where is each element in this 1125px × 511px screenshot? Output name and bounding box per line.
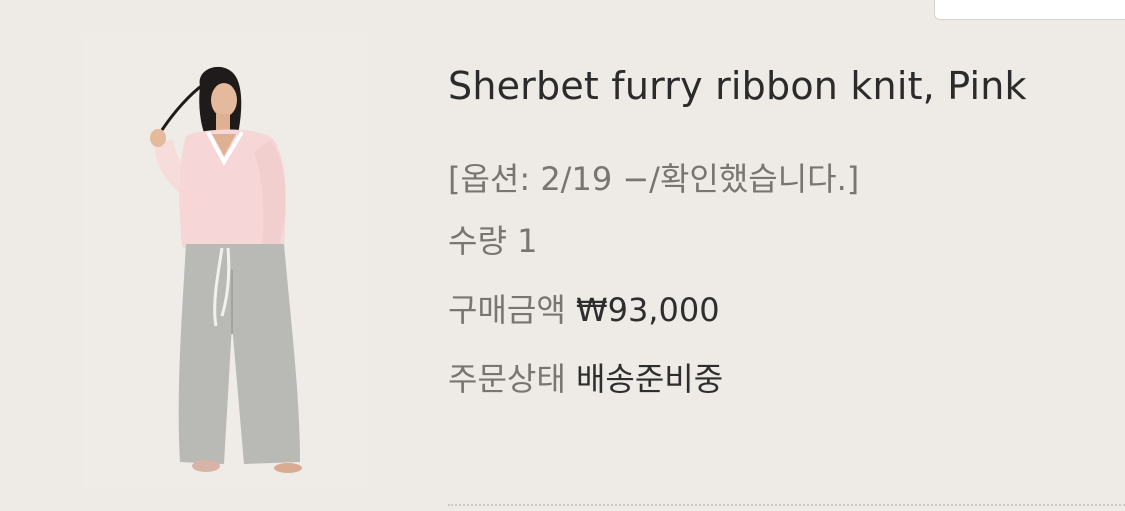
product-name[interactable]: Sherbet furry ribbon knit, Pink [448,58,1125,114]
price-label: 구매금액 [448,291,566,329]
option-row: [옵션: 2/19 −/확인했습니다.] [448,154,1125,204]
status-label: 주문상태 [448,360,566,398]
section-divider [448,504,1125,506]
model-illustration [150,66,302,473]
price-row: 구매금액 ₩93,000 [448,285,1125,335]
order-item-info: Sherbet furry ribbon knit, Pink [옵션: 2/1… [448,58,1125,423]
price-value: ₩93,000 [575,291,720,329]
option-text: [옵션: 2/19 −/확인했습니다.] [448,160,860,198]
top-input-box[interactable] [934,0,1125,20]
quantity-value: 1 [517,222,538,260]
product-thumbnail[interactable] [82,34,368,488]
status-value: 배송준비중 [575,360,724,398]
status-row: 주문상태 배송준비중 [448,354,1125,404]
quantity-label: 수량 [448,222,507,260]
quantity-row: 수량 1 [448,216,1125,266]
